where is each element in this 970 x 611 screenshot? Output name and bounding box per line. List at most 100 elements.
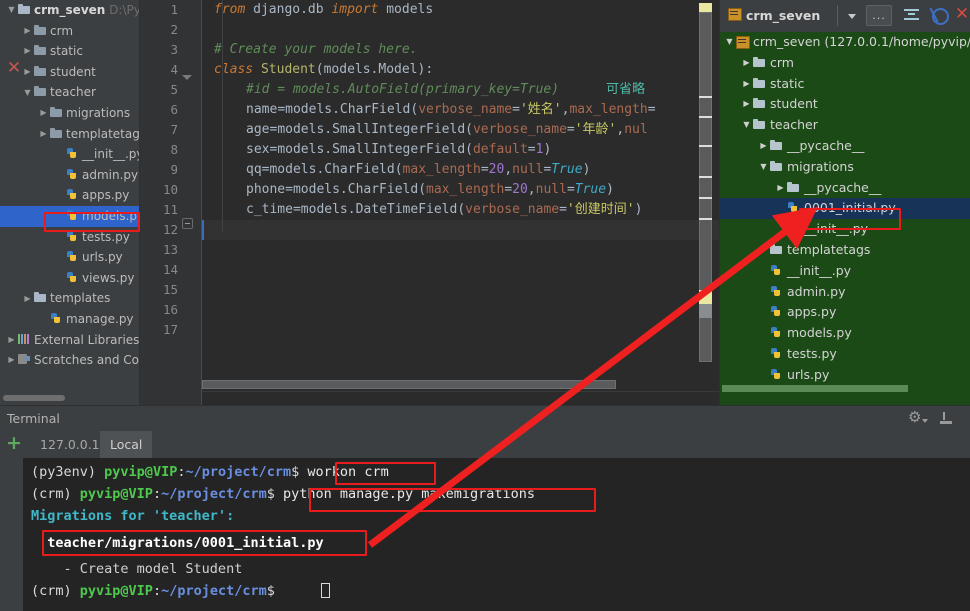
project-tree-item-templates[interactable]: ▶ templates bbox=[0, 288, 140, 309]
close-terminal-button[interactable]: ✕ bbox=[5, 60, 23, 78]
disclosure-triangle-icon[interactable]: ▶ bbox=[6, 350, 17, 370]
fold-arrow-icon[interactable] bbox=[182, 74, 193, 85]
disclosure-triangle-icon[interactable]: ▶ bbox=[22, 62, 33, 82]
line-number: 12 bbox=[162, 222, 178, 237]
disclosure-triangle-icon[interactable]: ▶ bbox=[741, 94, 752, 115]
project-tree-item-static[interactable]: ▶ static bbox=[0, 41, 140, 62]
project-tree-item-label: models.py bbox=[82, 209, 140, 224]
folder-icon bbox=[752, 118, 767, 131]
project-tree-item-urls-py[interactable]: urls.py bbox=[0, 247, 140, 268]
project-tree-item-templatetag[interactable]: ▶ templatetag bbox=[0, 124, 140, 145]
code-line-3: # Create your models here. bbox=[214, 42, 418, 57]
remote-tree-item--pycache-[interactable]: ▶ __pycache__ bbox=[720, 136, 970, 157]
project-tree-item-apps-py[interactable]: apps.py bbox=[0, 185, 140, 206]
refresh-icon[interactable] bbox=[929, 5, 951, 26]
line-number: 6 bbox=[170, 102, 178, 117]
disclosure-triangle-icon[interactable]: ▶ bbox=[775, 178, 786, 199]
tab-local[interactable]: Local bbox=[100, 431, 153, 458]
editor-horizontal-scrollbar[interactable] bbox=[202, 380, 706, 389]
remote-tree-item-models-py[interactable]: models.py bbox=[720, 323, 970, 344]
project-tree-item-admin-py[interactable]: admin.py bbox=[0, 165, 140, 186]
remote-tree-item-urls-py[interactable]: urls.py bbox=[720, 365, 970, 386]
project-tree-item-label: manage.py bbox=[66, 312, 134, 327]
remote-tree-item-apps-py[interactable]: apps.py bbox=[720, 302, 970, 323]
project-tree-item-external-libraries[interactable]: ▶ External Libraries bbox=[0, 330, 140, 351]
disclosure-triangle-icon[interactable]: ▶ bbox=[758, 136, 769, 157]
project-tree-item-tests-py[interactable]: tests.py bbox=[0, 227, 140, 248]
disclosure-triangle-icon[interactable]: ▼ bbox=[758, 157, 769, 178]
remote-tree-item-label: __pycache__ bbox=[804, 179, 882, 195]
remote-tree-item--init-py[interactable]: __init__.py bbox=[720, 219, 970, 240]
project-horizontal-scrollbar[interactable] bbox=[0, 394, 140, 402]
line-number: 4 bbox=[170, 62, 178, 77]
remote-tree-item-0001-initial-py[interactable]: 0001_initial.py bbox=[720, 198, 970, 220]
remote-tree-item-tests-py[interactable]: tests.py bbox=[720, 344, 970, 365]
disclosure-triangle-icon[interactable]: ▶ bbox=[38, 103, 49, 123]
project-tree-item-manage-py[interactable]: manage.py bbox=[0, 309, 140, 330]
remote-tree-item-crm[interactable]: ▶ crm bbox=[720, 53, 970, 74]
project-tree-item-label: templatetag bbox=[66, 126, 140, 141]
chevron-down-icon[interactable] bbox=[843, 5, 861, 26]
remote-tree-item-migrations[interactable]: ▼ migrations bbox=[720, 157, 970, 178]
remote-host-panel[interactable]: crm_seven ... ✕ ▼ crm_seven (127.0.0.1/ho… bbox=[720, 0, 970, 405]
remote-tree-item-static[interactable]: ▶ static bbox=[720, 74, 970, 95]
remote-tree-item-admin-py[interactable]: admin.py bbox=[720, 282, 970, 303]
disclosure-triangle-icon[interactable]: ▶ bbox=[758, 240, 769, 261]
remote-tree-item-templatetags[interactable]: ▶ templatetags bbox=[720, 240, 970, 261]
project-tree-item-label: crm_seven bbox=[34, 3, 106, 18]
project-tree-item-scratches-and-con[interactable]: ▶ Scratches and Con bbox=[0, 350, 140, 371]
editor-horizontal-scrollbar-thumb[interactable] bbox=[202, 380, 616, 389]
editor-gutter[interactable]: 1 2 3 4 5 6 7 8 9 10 11 12 13 14 15 16 17 bbox=[140, 0, 202, 405]
disclosure-triangle-icon[interactable]: ▼ bbox=[22, 83, 33, 103]
code-editor[interactable]: 1 2 3 4 5 6 7 8 9 10 11 12 13 14 15 16 17 from django.db… bbox=[140, 0, 720, 405]
more-options-button[interactable]: ... bbox=[866, 5, 892, 26]
scratches-icon bbox=[17, 353, 32, 366]
disclosure-triangle-icon[interactable]: ▶ bbox=[38, 124, 49, 144]
project-tree-item-models-py[interactable]: models.py bbox=[0, 205, 140, 227]
project-tree-item--init-py[interactable]: __init__.py bbox=[0, 144, 140, 165]
disclosure-triangle-icon[interactable]: ▼ bbox=[724, 32, 735, 53]
line-number: 7 bbox=[170, 122, 178, 137]
code-text-area[interactable]: from django.db import models # Create yo… bbox=[202, 0, 720, 380]
remote-tree-item--init-py[interactable]: __init__.py bbox=[720, 261, 970, 282]
remote-horizontal-scrollbar[interactable] bbox=[720, 384, 970, 393]
remote-tree-rows[interactable]: ▼ crm_seven (127.0.0.1/home/pyvip/pr ▶ crm ▶… bbox=[720, 32, 970, 390]
disclosure-triangle-icon[interactable]: ▶ bbox=[741, 53, 752, 74]
disclosure-triangle-icon[interactable]: ▼ bbox=[6, 0, 17, 20]
folder-icon bbox=[752, 56, 767, 69]
add-terminal-button[interactable]: + bbox=[5, 434, 23, 453]
project-tree-item-label: static bbox=[50, 44, 83, 59]
current-line-marker bbox=[202, 220, 204, 240]
sync-icon[interactable] bbox=[901, 5, 923, 26]
project-tree-item-crm-seven[interactable]: ▼ crm_seven D:\Pyth bbox=[0, 0, 140, 21]
terminal-console[interactable]: (py3env) pyvip@VIP:~/project/crm$ workon… bbox=[23, 458, 970, 611]
project-tree-item-teacher[interactable]: ▼ teacher bbox=[0, 82, 140, 103]
editor-error-stripe[interactable] bbox=[699, 0, 712, 380]
disclosure-triangle-icon[interactable]: ▼ bbox=[741, 115, 752, 136]
disclosure-triangle-icon[interactable]: ▶ bbox=[22, 289, 33, 309]
close-icon[interactable]: ✕ bbox=[953, 5, 970, 26]
project-path-label: D:\Pyth bbox=[109, 3, 140, 18]
project-tree-item-views-py[interactable]: views.py bbox=[0, 268, 140, 289]
disclosure-triangle-icon[interactable]: ▶ bbox=[6, 330, 17, 350]
terminal-line-4: - Create model Student bbox=[31, 561, 243, 577]
project-tree-item-crm[interactable]: ▶ crm bbox=[0, 21, 140, 42]
folder-src-icon bbox=[33, 65, 48, 78]
remote-tree-item-student[interactable]: ▶ student bbox=[720, 94, 970, 115]
remote-tree-item-crm-seven-127-0-0-1-home-pyvip-pr[interactable]: ▼ crm_seven (127.0.0.1/home/pyvip/pr bbox=[720, 32, 970, 53]
code-line-6: name=models.CharField(verbose_name='姓名',… bbox=[246, 102, 656, 117]
remote-tree-item--pycache-[interactable]: ▶ __pycache__ bbox=[720, 178, 970, 199]
fold-minus-icon[interactable] bbox=[182, 218, 193, 229]
gear-icon[interactable] bbox=[908, 408, 928, 426]
project-tree-item-migrations[interactable]: ▶ migrations bbox=[0, 103, 140, 124]
project-tree-item-label: views.py bbox=[82, 270, 135, 285]
remote-tree-item-teacher[interactable]: ▼ teacher bbox=[720, 115, 970, 136]
code-line-8: sex=models.SmallIntegerField(default=1) bbox=[246, 142, 552, 157]
disclosure-triangle-icon[interactable]: ▶ bbox=[741, 74, 752, 95]
disclosure-triangle-icon[interactable]: ▶ bbox=[22, 41, 33, 61]
disclosure-triangle-icon[interactable]: ▶ bbox=[22, 21, 33, 41]
sftp-icon bbox=[735, 35, 750, 49]
minimize-icon[interactable] bbox=[940, 411, 956, 426]
tab-127-0-0-1[interactable]: 127.0.0.1 bbox=[30, 431, 110, 458]
